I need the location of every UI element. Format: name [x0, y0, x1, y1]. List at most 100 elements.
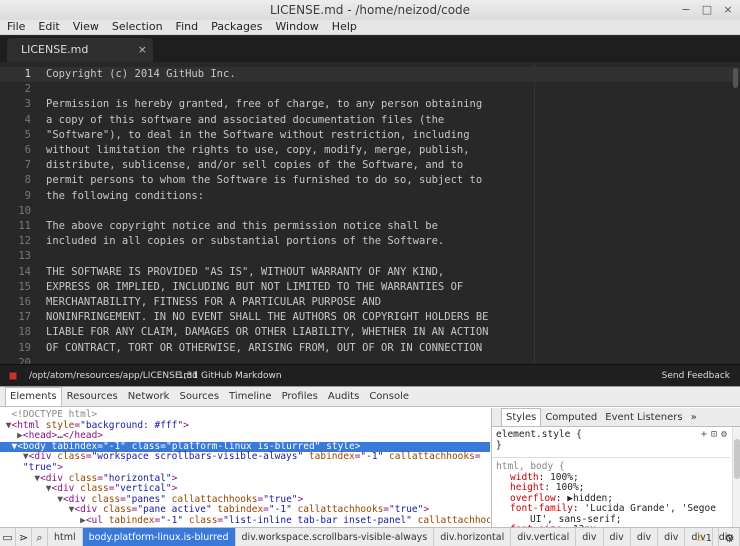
- breadcrumb-item[interactable]: div: [658, 527, 686, 546]
- more-tabs-icon[interactable]: »: [687, 409, 701, 426]
- editor-line[interactable]: 17 NONINFRINGEMENT. IN NO EVENT SHALL THE…: [0, 310, 740, 325]
- editor-line[interactable]: 20: [0, 356, 740, 364]
- tab-elements[interactable]: Elements: [5, 387, 62, 406]
- tab-audits[interactable]: Audits: [323, 388, 364, 406]
- breadcrumb-item[interactable]: div.vertical: [511, 527, 577, 546]
- style-property[interactable]: height: 100%;: [510, 482, 584, 493]
- line-number: 13: [18, 250, 31, 263]
- editor-line[interactable]: 12 included in all copies or substantial …: [0, 234, 740, 249]
- breadcrumb-item[interactable]: div: [631, 527, 659, 546]
- editor-line[interactable]: 1 Copyright (c) 2014 GitHub Inc.: [0, 67, 740, 83]
- editor-line[interactable]: 16 MERCHANTABILITY, FITNESS FOR A PARTICU…: [0, 295, 740, 310]
- tab-sources[interactable]: Sources: [174, 388, 224, 406]
- editor-line[interactable]: 10: [0, 204, 740, 219]
- tab-computed[interactable]: Computed: [541, 409, 601, 426]
- tab-resources[interactable]: Resources: [62, 388, 123, 406]
- minimize-icon[interactable]: −: [678, 2, 694, 18]
- breadcrumb-item[interactable]: html: [48, 527, 83, 546]
- status-grammar[interactable]: GitHub Markdown: [201, 365, 282, 387]
- tab-profiles[interactable]: Profiles: [277, 388, 323, 406]
- node-token: tabindex: [51, 440, 98, 452]
- node-token: "vertical": [114, 483, 172, 495]
- maximize-icon[interactable]: □: [699, 2, 715, 18]
- close-icon[interactable]: ×: [720, 2, 736, 18]
- menu-packages[interactable]: Packages: [204, 20, 268, 34]
- editor-line[interactable]: 5 "Software"), to deal in the Software wi…: [0, 128, 740, 143]
- element-state-icon[interactable]: ⊡: [711, 429, 717, 440]
- menu-help[interactable]: Help: [325, 20, 363, 34]
- status-cursor-position[interactable]: 1,31: [178, 365, 198, 387]
- node-token: "list-inline tab-bar inset-panel": [223, 515, 412, 526]
- editor-line[interactable]: 9 the following conditions:: [0, 189, 740, 204]
- tab-console[interactable]: Console: [364, 388, 414, 406]
- node-token: <html: [11, 419, 46, 431]
- tab-license-md[interactable]: LICENSE.md ×: [7, 38, 153, 62]
- line-number: 9: [24, 189, 31, 202]
- devtools-tab-bar: Elements Resources Network Sources Timel…: [0, 387, 740, 407]
- console-drawer-icon[interactable]: ⋗: [16, 527, 32, 546]
- style-property[interactable]: width: 100%;: [510, 472, 579, 483]
- editor-line[interactable]: 18 LIABLE FOR ANY CLAIM, DAMAGES OR OTHER…: [0, 325, 740, 340]
- editor-line[interactable]: 2: [0, 82, 740, 97]
- element-style-selector[interactable]: element.style {: [496, 429, 582, 440]
- line-number: 2: [24, 83, 31, 96]
- devtools-bottom-bar: ▭ ⋗ ⌕ html body.platform-linux.is-blurred…: [0, 527, 740, 546]
- breadcrumb-item[interactable]: div.workspace.scrollbars-visible-always: [236, 527, 435, 546]
- breadcrumb-item[interactable]: div: [576, 527, 604, 546]
- styles-scrollbar[interactable]: [732, 427, 740, 527]
- editor-line[interactable]: 19 OF CONTRACT, TORT OR OTHERWISE, ARISIN…: [0, 341, 740, 356]
- tab-close-icon[interactable]: ×: [138, 38, 147, 62]
- style-property[interactable]: UI', sans-serif;: [530, 514, 622, 525]
- menu-selection[interactable]: Selection: [105, 20, 169, 34]
- menu-file[interactable]: File: [0, 20, 31, 34]
- tab-timeline[interactable]: Timeline: [224, 388, 277, 406]
- text-editor[interactable]: 1 Copyright (c) 2014 GitHub Inc. 2 3 Permiss…: [0, 62, 740, 364]
- breadcrumb-item[interactable]: body.platform-linux.is-blurred: [82, 527, 236, 546]
- editor-line[interactable]: 13: [0, 249, 740, 264]
- editor-scrollbar[interactable]: [733, 68, 738, 88]
- send-feedback-button[interactable]: Send Feedback: [662, 365, 730, 387]
- search-icon[interactable]: ⌕: [32, 527, 48, 546]
- property-value: 100%;: [555, 482, 585, 494]
- gear-icon[interactable]: ⚙: [721, 429, 727, 440]
- dom-tree[interactable]: <!DOCTYPE html> ▼<html style="background…: [0, 408, 490, 527]
- warning-counter[interactable]: ⚠1: [691, 533, 718, 544]
- property-name: font-family: [510, 503, 573, 515]
- breadcrumb-item[interactable]: div: [604, 527, 631, 546]
- developer-tools: Elements Resources Network Sources Timel…: [0, 386, 740, 546]
- tab-event-listeners[interactable]: Event Listeners: [601, 409, 686, 426]
- dock-icon[interactable]: ▭: [0, 527, 16, 546]
- node-token: style: [45, 419, 75, 431]
- editor-line[interactable]: 3 Permission is hereby granted, free of c…: [0, 97, 740, 112]
- menu-view[interactable]: View: [66, 20, 105, 34]
- editor-line[interactable]: 7 distribute, sublicense, and/or sell cop…: [0, 158, 740, 173]
- status-file-path[interactable]: /opt/atom/resources/app/LICENSE.md: [29, 365, 198, 387]
- line-text: the following conditions:: [46, 189, 205, 202]
- editor-line[interactable]: 14 THE SOFTWARE IS PROVIDED "AS IS", WITH…: [0, 265, 740, 280]
- rule-selector[interactable]: html, body {: [496, 461, 565, 472]
- settings-gear-icon[interactable]: ⚙: [718, 528, 740, 546]
- line-number: 8: [24, 174, 31, 187]
- add-rule-icon[interactable]: +: [701, 429, 707, 440]
- tab-styles[interactable]: Styles: [501, 408, 542, 426]
- editor-line[interactable]: 15 EXPRESS OR IMPLIED, INCLUDING BUT NOT …: [0, 280, 740, 295]
- editor-line[interactable]: 6 without limitation the rights to use, c…: [0, 143, 740, 158]
- breadcrumb-item[interactable]: div.horizontal: [434, 527, 512, 546]
- menu-window[interactable]: Window: [268, 20, 324, 34]
- style-property[interactable]: font-family: 'Lucida Grande', 'Segoe: [510, 503, 716, 514]
- node-token: "workspace scrollbars-visible-always": [91, 451, 304, 463]
- editor-line[interactable]: 11 The above copyright notice and this pe…: [0, 219, 740, 234]
- line-text: MERCHANTABILITY, FITNESS FOR A PARTICULA…: [46, 296, 382, 308]
- menu-edit[interactable]: Edit: [31, 20, 65, 34]
- node-indent: [0, 409, 11, 420]
- editor-line[interactable]: 8 permit persons to whom the Software is …: [0, 173, 740, 188]
- node-indent: [0, 451, 23, 462]
- dom-node[interactable]: ▶<ul tabindex="-1" class="list-inline ta…: [0, 515, 490, 527]
- style-property[interactable]: overflow: ▶hidden;: [510, 493, 613, 504]
- node-token: <body: [17, 440, 52, 452]
- menu-find[interactable]: Find: [169, 20, 205, 34]
- tab-network[interactable]: Network: [123, 388, 175, 406]
- dom-node[interactable]: ▼<div class="workspace scrollbars-visibl…: [0, 452, 490, 463]
- node-token: "horizontal": [103, 472, 172, 484]
- editor-line[interactable]: 4 a copy of this software and associated …: [0, 113, 740, 128]
